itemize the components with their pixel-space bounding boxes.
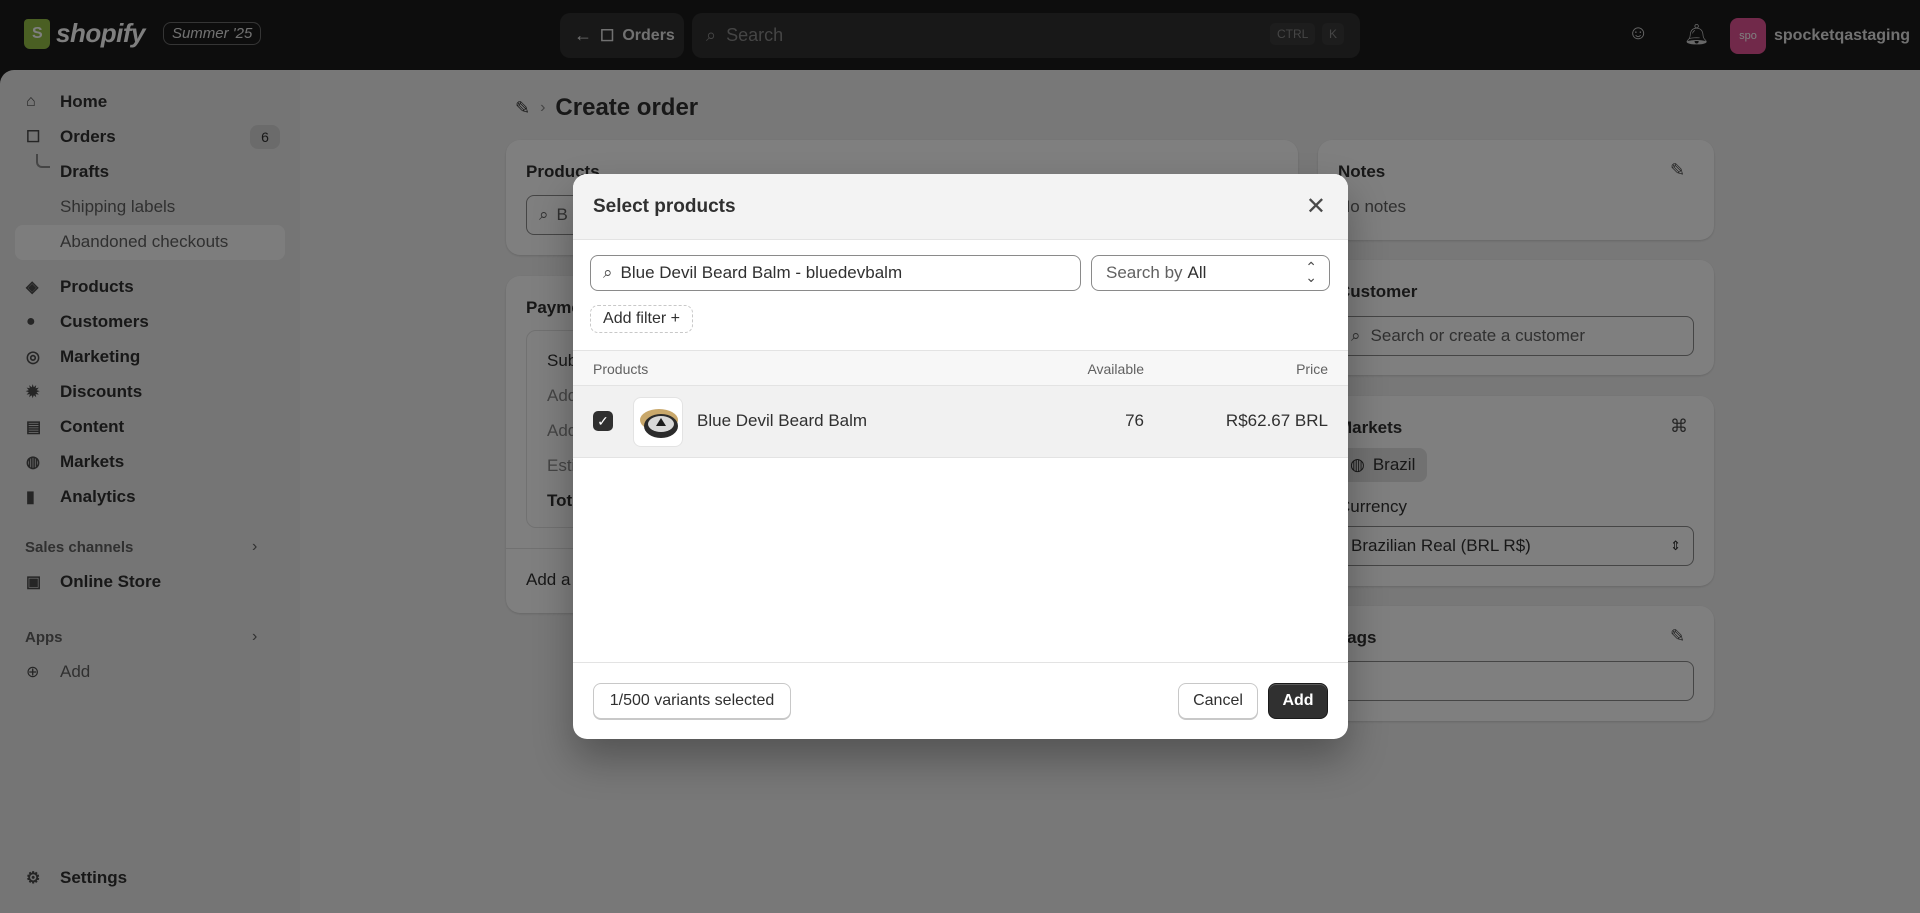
modal-header: Select products ✕ [573, 174, 1348, 240]
product-search-value: Blue Devil Beard Balm - bluedevbalm [620, 263, 903, 282]
search-icon: ⌕ [603, 263, 613, 282]
table-row[interactable]: ✓ Blue Devil Beard Balm 76 R$62.67 BRL [573, 386, 1348, 458]
table-header: Products Available Price [573, 350, 1348, 386]
product-price: R$62.67 BRL [1225, 411, 1328, 430]
product-search-input[interactable]: ⌕ Blue Devil Beard Balm - bluedevbalm [590, 255, 1081, 291]
product-available: 76 [1125, 411, 1144, 430]
col-available: Available [1087, 361, 1144, 377]
col-products: Products [593, 361, 649, 377]
chevron-updown-icon: ⌃ ⌄ [1305, 259, 1317, 285]
row-checkbox[interactable]: ✓ [593, 411, 613, 431]
col-price: Price [1296, 361, 1328, 377]
modal-footer: 1/500 variants selected Cancel Add [573, 662, 1348, 739]
select-products-modal: Select products ✕ ⌕ Blue Devil Beard Bal… [573, 174, 1348, 739]
search-by-select[interactable]: Search by All ⌃ ⌄ [1091, 255, 1330, 291]
variants-selected-button[interactable]: 1/500 variants selected [593, 683, 791, 719]
cancel-button[interactable]: Cancel [1178, 683, 1258, 719]
close-icon[interactable]: ✕ [1306, 192, 1326, 221]
add-button[interactable]: Add [1268, 683, 1328, 719]
beard-balm-tin-image [640, 409, 678, 438]
modal-title: Select products [593, 196, 736, 217]
search-by-value: All [1187, 263, 1207, 282]
product-thumbnail [633, 397, 683, 447]
add-filter-button[interactable]: Add filter + [590, 305, 693, 333]
product-name: Blue Devil Beard Balm [697, 411, 868, 430]
search-by-label: Search by [1106, 263, 1183, 282]
